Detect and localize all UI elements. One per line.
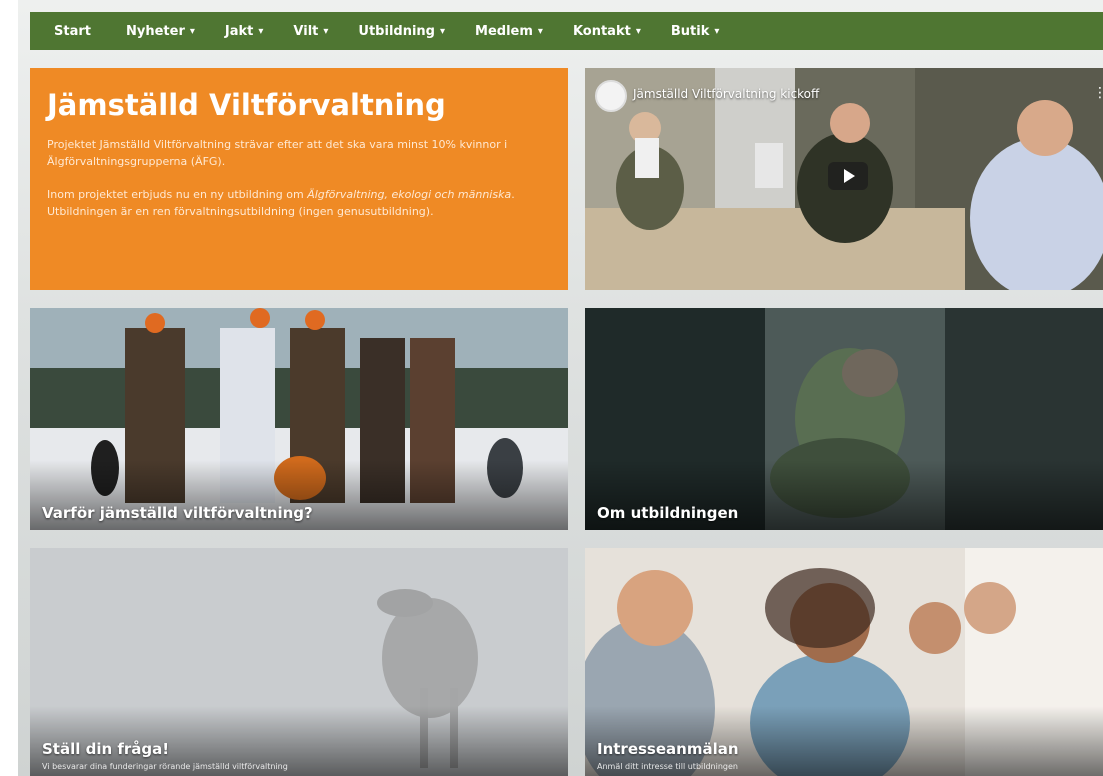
nav-item-kontakt[interactable]: Kontakt ▾ [573, 24, 641, 39]
nav-label: Kontakt [572, 23, 631, 39]
course-name-link[interactable]: Älgförvaltning, ekologi och människa [307, 188, 511, 201]
nav-label: Utbildning [358, 23, 435, 39]
tile-ask-caption: Ställ din fråga! [42, 740, 170, 758]
nav-item-start[interactable]: Start [54, 24, 96, 39]
nav-label: Nyheter [125, 23, 185, 39]
more-options-icon[interactable]: ⋮ [1093, 86, 1103, 102]
play-icon[interactable] [828, 162, 868, 190]
nav-item-medlem[interactable]: Medlem ▾ [475, 24, 543, 39]
tile-interest-registration[interactable]: Intresseanmälan Anmäl ditt intresse till… [585, 548, 1103, 776]
tile-interest-caption: Intresseanmälan [597, 740, 739, 758]
tile-why-caption: Varför jämställd viltförvaltning? [42, 504, 313, 522]
chevron-down-icon: ▾ [537, 25, 543, 37]
video-title[interactable]: Jämställd Viltförvaltning kickoff [633, 87, 819, 101]
intro-title: Jämställd Viltförvaltning [47, 88, 446, 122]
nav-label: Start [54, 23, 91, 39]
tile-about-caption: Om utbildningen [597, 504, 739, 522]
chevron-down-icon: ▾ [258, 25, 264, 37]
nav-label: Vilt [293, 23, 319, 39]
tile-ask-question[interactable]: Ställ din fråga! Vi besvarar dina funder… [30, 548, 568, 776]
main-nav: Start Nyheter ▾ Jakt ▾ Vilt ▾ Utbildning ▾ M… [30, 12, 1103, 50]
tile-why[interactable]: Varför jämställd viltförvaltning? [30, 308, 568, 530]
intro-panel: Jämställd Viltförvaltning Projektet Jäms… [30, 68, 568, 290]
nav-item-nyheter[interactable]: Nyheter ▾ [126, 24, 195, 39]
channel-logo[interactable] [595, 80, 627, 112]
nav-item-utbildning[interactable]: Utbildning ▾ [358, 24, 445, 39]
intro-paragraph-2: Inom projektet erbjuds nu en ny utbildni… [47, 186, 547, 220]
nav-item-butik[interactable]: Butik ▾ [671, 24, 720, 39]
chevron-down-icon: ▾ [189, 25, 195, 37]
intro-paragraph-1: Projektet Jämställd Viltförvaltning strä… [47, 138, 508, 168]
tile-ask-subcaption: Vi besvarar dina funderingar rörande jäm… [42, 762, 288, 771]
nav-item-vilt[interactable]: Vilt ▾ [293, 24, 328, 39]
nav-label: Medlem [475, 23, 533, 39]
tile-about-course[interactable]: Om utbildningen [585, 308, 1103, 530]
nav-item-jakt[interactable]: Jakt ▾ [225, 24, 264, 39]
nav-label: Butik [670, 23, 710, 39]
chevron-down-icon: ▾ [635, 25, 641, 37]
nav-label: Jakt [224, 23, 254, 39]
chevron-down-icon: ▾ [323, 25, 329, 37]
video-player[interactable]: Jämställd Viltförvaltning kickoff ⋮ [585, 68, 1103, 290]
tile-interest-subcaption: Anmäl ditt intresse till utbildningen [597, 762, 738, 771]
chevron-down-icon: ▾ [714, 25, 720, 37]
intro-paragraph-2-prefix: Inom projektet erbjuds nu en ny utbildni… [47, 188, 308, 201]
chevron-down-icon: ▾ [439, 25, 446, 37]
